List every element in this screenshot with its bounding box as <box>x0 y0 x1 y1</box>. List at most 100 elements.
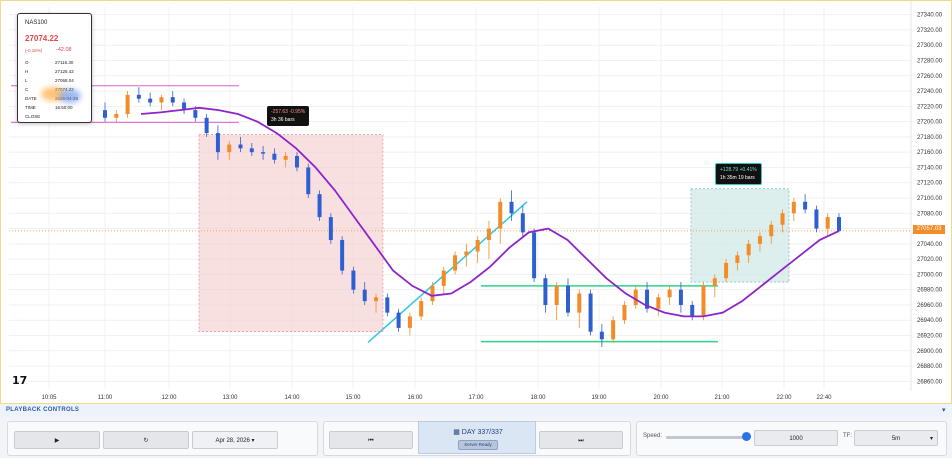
timeframe-value: 5m <box>891 436 901 442</box>
y-tick-label: 27180.00 <box>917 135 943 141</box>
playback-header[interactable]: PLAYBACK CONTROLS ▾ <box>0 404 952 418</box>
timeframe-label: TF: <box>843 433 852 439</box>
candle-body <box>238 144 243 149</box>
playback-title: PLAYBACK CONTROLS <box>6 407 80 413</box>
candle-body <box>599 331 604 340</box>
y-tick-label: 26880.00 <box>917 364 943 370</box>
chart-area[interactable]: 27340.00 27320.00 27300.00 27280.00 27260.00… <box>0 0 952 404</box>
play-button[interactable]: ▶ <box>14 431 100 449</box>
candle-body <box>791 201 796 214</box>
y-tick-label: 27120.00 <box>917 181 943 187</box>
candle-body <box>396 312 401 328</box>
ohlc-row: L 27068.04 <box>25 78 89 83</box>
ohlc-row: H 27125.42 <box>25 69 89 74</box>
candle-body <box>374 297 379 302</box>
y-tick-label: 26860.00 <box>917 379 943 385</box>
long-position-duration: 1h 35m 19 bars <box>720 175 755 181</box>
ohlc-legend: NAS100 27074.22 (-0.16%) -42.08 O 27116.3… <box>17 13 92 123</box>
candle-body <box>453 255 458 271</box>
candle-body <box>701 285 706 317</box>
y-tick-label: 27160.00 <box>917 150 943 156</box>
change-absolute: -42.08 <box>56 47 72 53</box>
candle-body <box>261 152 266 154</box>
speed-slider[interactable] <box>666 436 746 439</box>
candle-body <box>532 232 537 279</box>
y-tick-label: 27140.00 <box>917 165 943 171</box>
y-tick-label: 27200.00 <box>917 120 943 126</box>
price-chart[interactable]: 27340.00 27320.00 27300.00 27280.00 27260.00… <box>1 1 952 405</box>
ohlc-value: 27068.04 <box>55 78 74 83</box>
x-tick-label: 15:00 <box>345 395 361 401</box>
candle-body <box>170 97 175 103</box>
ohlc-value: 16:50:00 <box>55 105 73 110</box>
y-tick-label: 27260.00 <box>917 74 943 80</box>
ohlc-row: O 27116.30 <box>25 60 89 65</box>
candle-body <box>690 304 695 317</box>
calendar-icon: ▦ <box>453 429 462 436</box>
highlight-blob-blue <box>59 89 81 103</box>
change-percent: (-0.16%) <box>25 48 43 53</box>
ohlc-row: CLOSE <box>25 114 89 119</box>
long-position-box <box>690 188 790 283</box>
candle-body <box>464 251 469 256</box>
x-tick-label: 22:40 <box>816 395 832 401</box>
x-tick-label: 10:05 <box>41 395 57 401</box>
candle-body <box>633 289 638 305</box>
x-tick-label: 16:00 <box>407 395 423 401</box>
candle-body <box>148 98 153 103</box>
candle-body <box>272 153 277 160</box>
y-tick-label: 26900.00 <box>917 349 943 355</box>
collapse-chevron-icon[interactable]: ▾ <box>942 406 946 414</box>
x-tick-label: 17:00 <box>468 395 484 401</box>
y-tick-label: 26940.00 <box>917 318 943 324</box>
y-tick-label: 27280.00 <box>917 58 943 64</box>
candle-body <box>837 217 841 231</box>
candle-body <box>611 320 616 340</box>
symbol-name: NAS100 <box>25 20 48 26</box>
short-position-label: -257.63 -0.95% 3h 36 bars <box>267 106 310 126</box>
candle-body <box>114 113 119 118</box>
ohlc-value: 27125.42 <box>55 69 74 74</box>
step-back-button[interactable]: ⏮ <box>329 431 413 449</box>
candle-body <box>825 217 830 229</box>
candle-body <box>678 289 683 305</box>
ohlc-key: TIME <box>25 105 36 110</box>
y-tick-label: 27300.00 <box>917 43 943 49</box>
x-tick-label: 22:00 <box>776 395 792 401</box>
y-tick-label: 27040.00 <box>917 242 943 248</box>
candle-body <box>249 148 254 153</box>
candle-body <box>283 155 288 160</box>
candle-body <box>712 278 717 286</box>
speed-label: Speed: <box>643 433 663 439</box>
speed-slider-handle[interactable] <box>742 432 751 441</box>
y-tick-label: 27220.00 <box>917 104 943 110</box>
candle-body <box>746 243 751 256</box>
step-forward-button[interactable]: ⏭ <box>539 431 623 449</box>
candle-body <box>362 289 367 302</box>
reset-button[interactable]: ↻ <box>103 431 189 449</box>
status-badge: Server Ready <box>458 440 498 450</box>
candle-body <box>622 304 627 321</box>
candle-body <box>103 110 107 118</box>
timeframe-select[interactable]: 5m ▾ <box>854 430 938 446</box>
candle-body <box>769 224 774 237</box>
x-tick-label: 19:00 <box>591 395 607 401</box>
long-position-change: +128.79 +0.41% <box>720 167 757 173</box>
y-tick-label: 27000.00 <box>917 272 943 278</box>
day-counter-text: DAY 337/337 <box>461 429 503 436</box>
speed-input[interactable]: 1000 <box>754 430 838 446</box>
candle-body <box>419 301 424 317</box>
y-tick-label: 27240.00 <box>917 89 943 95</box>
date-picker[interactable]: Apr 28, 2026 ▾ <box>192 431 278 449</box>
candle-body <box>656 297 661 309</box>
candle-body <box>430 285 435 302</box>
candle-body <box>780 213 785 225</box>
ohlc-key: H <box>25 69 29 74</box>
candle-body <box>486 228 491 241</box>
candle-body <box>227 144 232 153</box>
x-tick-label: 14:00 <box>284 395 300 401</box>
tradingview-logo[interactable]: 17 <box>12 374 27 387</box>
candle-body <box>475 240 480 252</box>
candle-body <box>215 133 220 153</box>
candle-body <box>407 316 412 328</box>
